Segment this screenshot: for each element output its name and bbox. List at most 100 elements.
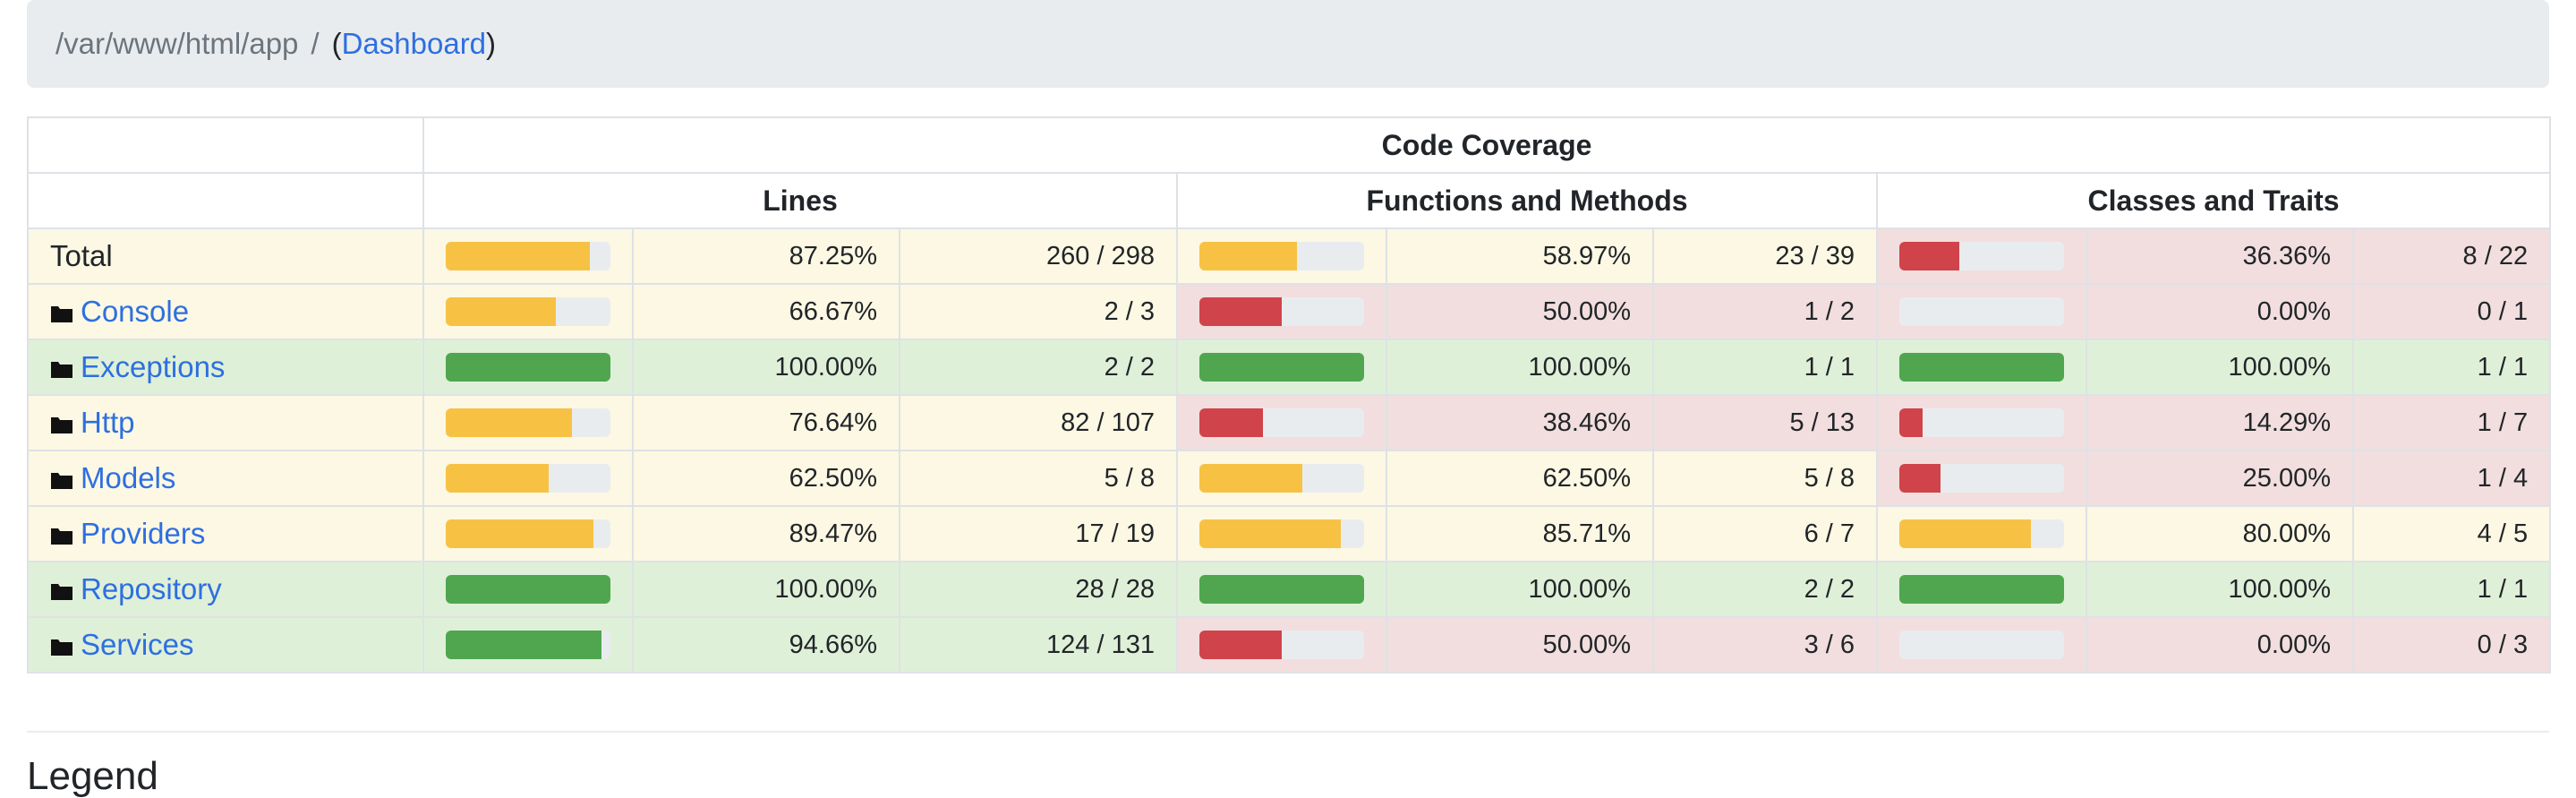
directory-link[interactable]: Repository [81, 572, 222, 605]
lines-bar-cell [422, 394, 634, 451]
classes-percent: 14.29% [2086, 394, 2354, 451]
classes-bar-cell [1876, 450, 2087, 507]
functions-percent: 62.50% [1386, 450, 1654, 507]
header-empty-cell [27, 116, 424, 174]
classes-ratio: 1 / 7 [2351, 394, 2552, 451]
lines-progress-bar [446, 408, 610, 437]
lines-bar-cell [422, 561, 634, 618]
coverage-table: Code Coverage Lines Functions and Method… [27, 116, 2552, 674]
lines-progress-fill [446, 242, 590, 270]
lines-percent: 76.64% [632, 394, 900, 451]
divider [27, 731, 2549, 733]
lines-ratio: 260 / 298 [899, 227, 1178, 285]
directory-link[interactable]: Providers [81, 517, 205, 550]
functions-ratio: 5 / 13 [1652, 394, 1878, 451]
classes-progress-fill [1899, 519, 2032, 548]
directory-link[interactable]: Exceptions [81, 350, 225, 383]
directory-link[interactable]: Console [81, 295, 189, 328]
lines-progress-bar [446, 353, 610, 382]
row-name-cell: Models [27, 450, 424, 507]
lines-progress-fill [446, 297, 556, 326]
directory-link[interactable]: Http [81, 406, 135, 439]
classes-progress-bar [1899, 353, 2064, 382]
functions-percent: 58.97% [1386, 227, 1654, 285]
functions-bar-cell [1176, 339, 1387, 396]
breadcrumb-close-paren: ) [486, 27, 497, 60]
table-row: Providers 89.47% 17 / 19 85.71% 6 / 7 80.00% 4… [27, 505, 2552, 562]
classes-ratio: 0 / 3 [2351, 616, 2552, 674]
classes-percent: 25.00% [2086, 450, 2354, 507]
coverage-rows: Total 87.25% 260 / 298 58.97% 23 / 39 36.36% 8… [27, 227, 2552, 674]
lines-percent: 89.47% [632, 505, 900, 562]
functions-bar-cell [1176, 616, 1387, 674]
classes-progress-fill [1899, 408, 1923, 437]
table-row: Repository 100.00% 28 / 28 100.00% 2 / 2 100.… [27, 561, 2552, 618]
classes-percent: 100.00% [2086, 339, 2354, 396]
row-name-cell: Total [27, 227, 424, 285]
lines-progress-fill [446, 464, 549, 493]
breadcrumb-path: /var/www/html/app [55, 27, 299, 60]
lines-percent: 87.25% [632, 227, 900, 285]
functions-progress-fill [1199, 353, 1364, 382]
classes-header: Classes and Traits [1875, 172, 2552, 229]
classes-progress-fill [1899, 464, 1941, 493]
functions-ratio: 3 / 6 [1652, 616, 1878, 674]
directory-link[interactable]: Services [81, 628, 194, 661]
functions-ratio: 6 / 7 [1652, 505, 1878, 562]
lines-progress-bar [446, 575, 610, 604]
classes-progress-bar [1899, 297, 2064, 326]
classes-progress-fill [1899, 353, 2064, 382]
classes-progress-bar [1899, 631, 2064, 659]
functions-ratio: 2 / 2 [1652, 561, 1878, 618]
directory-link[interactable]: Models [81, 461, 175, 494]
lines-percent: 62.50% [632, 450, 900, 507]
classes-ratio: 8 / 22 [2351, 227, 2552, 285]
classes-ratio: 4 / 5 [2351, 505, 2552, 562]
folder-icon [51, 306, 73, 323]
lines-bar-cell [422, 339, 634, 396]
lines-percent: 66.67% [632, 283, 900, 340]
functions-progress-bar [1199, 353, 1364, 382]
table-row: Total 87.25% 260 / 298 58.97% 23 / 39 36.36% 8… [27, 227, 2552, 285]
classes-percent: 100.00% [2086, 561, 2354, 618]
row-name-cell: Providers [27, 505, 424, 562]
functions-progress-fill [1199, 408, 1263, 437]
classes-ratio: 1 / 1 [2351, 339, 2552, 396]
functions-percent: 50.00% [1386, 283, 1654, 340]
lines-progress-bar [446, 297, 610, 326]
classes-progress-fill [1899, 242, 1959, 270]
classes-progress-fill [1899, 575, 2064, 604]
functions-ratio: 5 / 8 [1652, 450, 1878, 507]
functions-percent: 100.00% [1386, 339, 1654, 396]
row-name-cell: Http [27, 394, 424, 451]
row-name-cell: Console [27, 283, 424, 340]
total-label: Total [50, 239, 113, 272]
functions-progress-fill [1199, 464, 1302, 493]
lines-ratio: 28 / 28 [899, 561, 1178, 618]
classes-bar-cell [1876, 339, 2087, 396]
functions-progress-fill [1199, 575, 1364, 604]
lines-percent: 100.00% [632, 339, 900, 396]
lines-ratio: 124 / 131 [899, 616, 1178, 674]
classes-progress-bar [1899, 575, 2064, 604]
lines-bar-cell [422, 227, 634, 285]
breadcrumb-open-paren: ( [331, 27, 342, 60]
table-row: Services 94.66% 124 / 131 50.00% 3 / 6 0.00% 0… [27, 616, 2552, 674]
functions-progress-fill [1199, 519, 1341, 548]
table-row: Exceptions 100.00% 2 / 2 100.00% 1 / 1 100.00… [27, 339, 2552, 396]
folder-icon [51, 639, 73, 656]
lines-percent: 94.66% [632, 616, 900, 674]
functions-percent: 100.00% [1386, 561, 1654, 618]
lines-bar-cell [422, 283, 634, 340]
functions-percent: 50.00% [1386, 616, 1654, 674]
lines-ratio: 82 / 107 [899, 394, 1178, 451]
classes-progress-bar [1899, 242, 2064, 270]
classes-bar-cell [1876, 505, 2087, 562]
lines-progress-fill [446, 519, 593, 548]
row-name-cell: Exceptions [27, 339, 424, 396]
classes-bar-cell [1876, 283, 2087, 340]
dashboard-link[interactable]: Dashboard [342, 27, 486, 61]
lines-ratio: 17 / 19 [899, 505, 1178, 562]
functions-ratio: 23 / 39 [1652, 227, 1878, 285]
classes-ratio: 1 / 1 [2351, 561, 2552, 618]
